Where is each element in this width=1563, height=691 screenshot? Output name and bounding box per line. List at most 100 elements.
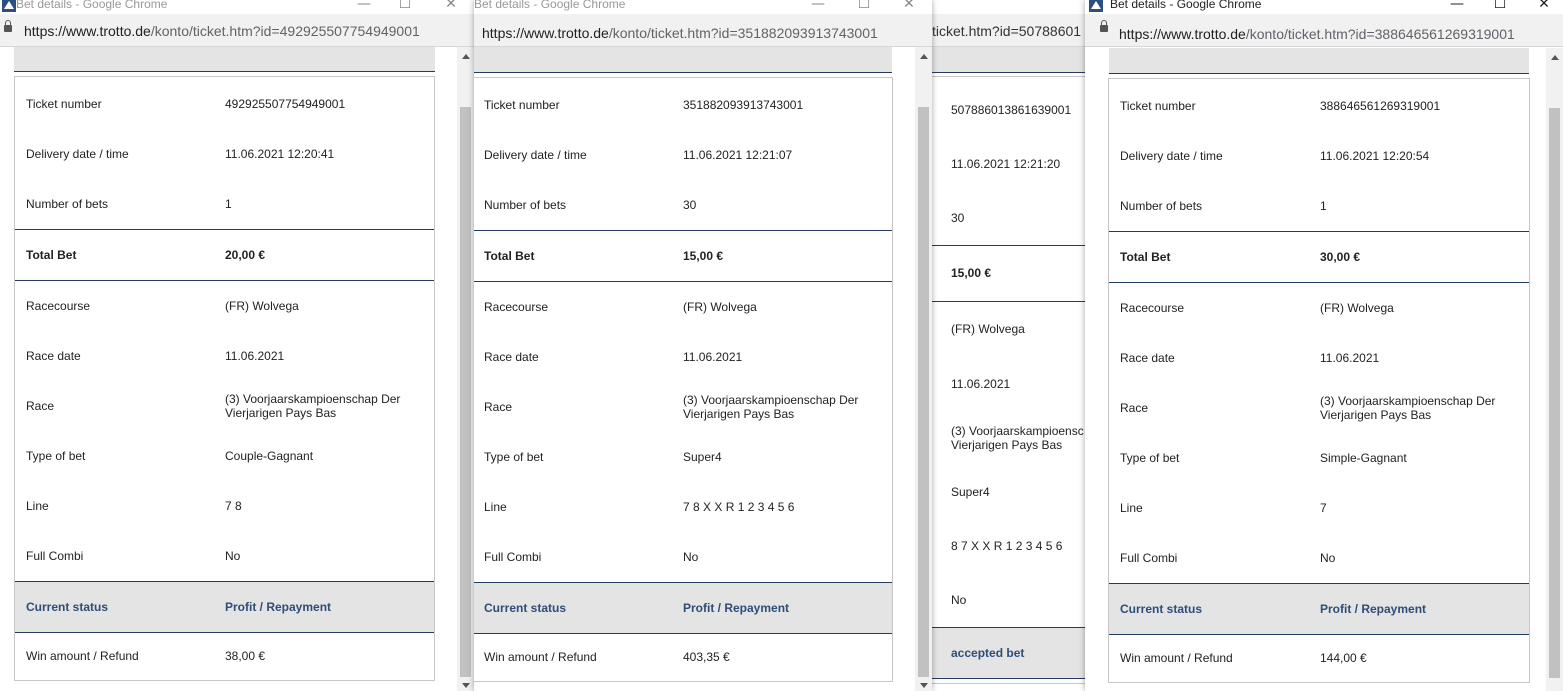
- race-value: (3) Voorjaarskampioenschap Der Vierjarig…: [225, 392, 401, 420]
- status-label: Current status: [26, 600, 109, 614]
- status-value: accepted bet: [951, 646, 1025, 660]
- ticket-number-row: Ticket number 351882093913743001: [474, 80, 892, 130]
- line-row: Line 7 8 X X R 1 2 3 4 5 6: [474, 482, 892, 532]
- ticket-number-row: 507886013861639001: [930, 85, 1090, 135]
- url-host: https://www.trotto.de: [24, 23, 151, 39]
- race-date-value: 11.06.2021: [1320, 351, 1380, 365]
- url-text[interactable]: https://www.trotto.de/konto/ticket.htm?i…: [1119, 26, 1515, 42]
- full-combi-row: Full Combi No: [1109, 533, 1529, 583]
- racecourse-value: (FR) Wolvega: [225, 299, 299, 313]
- status-row: Current status Profit / Repayment: [474, 582, 892, 634]
- status-value: Profit / Repayment: [1320, 602, 1427, 616]
- browser-window-1: Bet details - Google Chrome — ☐ ✕ https:…: [0, 0, 475, 691]
- ticket-number-value: 492925507754949001: [225, 97, 346, 111]
- ticket-number-label: Ticket number: [26, 97, 102, 111]
- type-of-bet-row: Super4: [930, 467, 1090, 517]
- title-bar: Bet details - Google Chrome — ☐ ✕: [1085, 0, 1563, 14]
- race-date-label: Race date: [484, 350, 539, 364]
- address-bar[interactable]: https://www.trotto.de/konto/ticket.htm?i…: [474, 14, 932, 47]
- total-bet-label: Total Bet: [484, 249, 535, 263]
- address-bar[interactable]: ticket.htm?id=50788601: [930, 14, 1090, 47]
- win-amount-row: Win amount / Refund 403,35 €: [474, 632, 892, 682]
- scrollbar-thumb[interactable]: [918, 107, 929, 677]
- racecourse-value: (FR) Wolvega: [1320, 301, 1394, 315]
- status-label: Current status: [484, 601, 567, 615]
- full-combi-value: No: [1320, 551, 1336, 565]
- race-date-label: Race date: [26, 349, 81, 363]
- maximize-icon[interactable]: ☐: [395, 0, 415, 12]
- minimize-icon[interactable]: —: [808, 0, 828, 12]
- race-date-row: 11.06.2021: [930, 359, 1090, 409]
- delivery-row: 11.06.2021 12:21:20: [930, 139, 1090, 189]
- scrollbar-thumb[interactable]: [460, 107, 471, 677]
- maximize-icon[interactable]: ☐: [1490, 0, 1510, 12]
- total-bet-value: 15,00 €: [951, 266, 992, 280]
- status-row: Current status Profit / Repayment: [1109, 583, 1529, 635]
- full-combi-value: No: [683, 550, 699, 564]
- scroll-up-icon[interactable]: [1551, 55, 1559, 60]
- scrollbar-thumb[interactable]: [1549, 108, 1560, 678]
- type-of-bet-label: Type of bet: [1120, 451, 1180, 465]
- scrollbar[interactable]: [457, 47, 474, 691]
- url-host: https://www.trotto.de: [482, 25, 609, 41]
- ticket-card: Ticket number 492925507754949001 Deliver…: [14, 76, 435, 681]
- divider: [930, 301, 1090, 302]
- trotto-logo-icon: [1089, 0, 1103, 12]
- minimize-icon[interactable]: —: [354, 0, 374, 12]
- delivery-value: 11.06.2021 12:20:54: [1320, 149, 1430, 163]
- close-icon[interactable]: ✕: [899, 0, 919, 12]
- scrollbar[interactable]: [1546, 48, 1563, 691]
- ticket-number-value: 388646561269319001: [1320, 99, 1441, 113]
- window-title: Bet details - Google Chrome: [16, 0, 168, 11]
- url-text[interactable]: https://www.trotto.de/konto/ticket.htm?i…: [24, 23, 420, 39]
- title-bar: Bet details - Google Chrome — ☐ ✕: [0, 0, 475, 14]
- race-date-value: 11.06.2021: [951, 377, 1011, 391]
- num-bets-label: Number of bets: [26, 197, 109, 211]
- total-bet-value: 30,00 €: [1320, 250, 1361, 264]
- full-combi-row: Full Combi No: [15, 531, 434, 581]
- line-value: 8 7 X X R 1 2 3 4 5 6: [951, 539, 1063, 553]
- line-label: Line: [484, 500, 507, 514]
- url-text[interactable]: ticket.htm?id=50788601: [932, 23, 1081, 39]
- ticket-card: Ticket number 351882093913743001 Deliver…: [474, 77, 893, 682]
- address-bar[interactable]: https://www.trotto.de/konto/ticket.htm?i…: [0, 14, 475, 47]
- type-of-bet-row: Type of bet Simple-Gagnant: [1109, 433, 1529, 483]
- type-of-bet-label: Type of bet: [484, 450, 544, 464]
- race-label: Race: [26, 399, 55, 413]
- header-band: [1109, 48, 1529, 74]
- full-combi-value: No: [951, 593, 967, 607]
- num-bets-label: Number of bets: [1120, 199, 1203, 213]
- close-icon[interactable]: ✕: [1534, 0, 1554, 12]
- num-bets-value: 1: [1320, 199, 1327, 213]
- ticket-number-value: 351882093913743001: [683, 98, 804, 112]
- ticket-number-label: Ticket number: [484, 98, 560, 112]
- scroll-up-icon[interactable]: [920, 54, 928, 59]
- url-text[interactable]: https://www.trotto.de/konto/ticket.htm?i…: [482, 25, 878, 41]
- racecourse-row: Racecourse (FR) Wolvega: [1109, 283, 1529, 333]
- minimize-icon[interactable]: —: [1447, 0, 1467, 12]
- full-combi-value: No: [225, 549, 241, 563]
- window-title: Bet details - Google Chrome: [1110, 0, 1262, 11]
- delivery-value: 11.06.2021 12:21:20: [951, 157, 1061, 171]
- type-of-bet-value: Simple-Gagnant: [1320, 451, 1407, 465]
- race-date-row: Race date 11.06.2021: [474, 332, 892, 382]
- total-bet-value: 20,00 €: [225, 248, 266, 262]
- divider: [930, 245, 1090, 246]
- racecourse-row: Racecourse (FR) Wolvega: [15, 281, 434, 331]
- url-host: https://www.trotto.de: [1119, 26, 1246, 42]
- address-bar[interactable]: https://www.trotto.de/konto/ticket.htm?i…: [1085, 14, 1563, 47]
- total-bet-row: Total Bet 30,00 €: [1109, 232, 1529, 282]
- race-value-line2: Vierjarigen Pays Bas: [951, 438, 1063, 452]
- racecourse-value: (FR) Wolvega: [683, 300, 757, 314]
- close-icon[interactable]: ✕: [441, 0, 461, 12]
- scrollbar[interactable]: [915, 47, 932, 691]
- type-of-bet-row: Type of bet Super4: [474, 432, 892, 482]
- total-bet-row: 15,00 €: [930, 248, 1090, 298]
- total-bet-value: 15,00 €: [683, 249, 724, 263]
- maximize-icon[interactable]: ☐: [854, 0, 874, 12]
- scroll-down-icon[interactable]: [462, 683, 470, 688]
- racecourse-label: Racecourse: [26, 299, 91, 313]
- line-row: Line 7 8: [15, 481, 434, 531]
- scroll-up-icon[interactable]: [462, 54, 470, 59]
- scroll-down-icon[interactable]: [920, 683, 928, 688]
